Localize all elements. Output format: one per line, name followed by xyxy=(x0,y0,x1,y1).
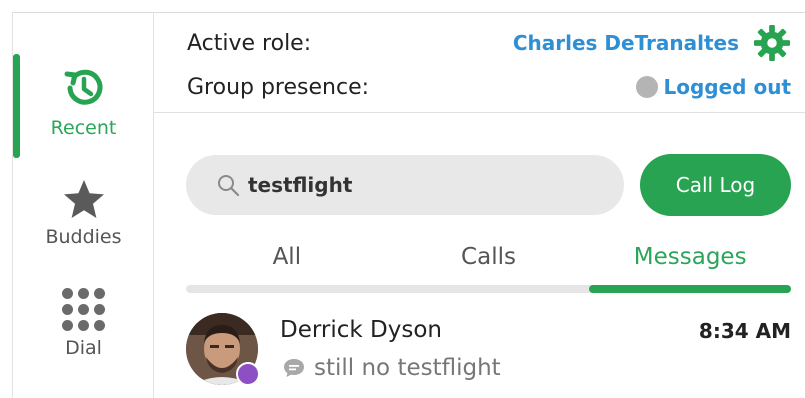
group-presence-row: Group presence: Logged out xyxy=(187,71,791,103)
group-presence-value[interactable]: Logged out xyxy=(664,75,792,99)
chat-bubble-icon xyxy=(284,359,304,377)
filter-tabs: All Calls Messages xyxy=(186,244,791,280)
active-role-row: Active role: Charles DeTranaltes xyxy=(187,24,791,62)
message-preview: still no testflight xyxy=(282,355,501,381)
sidebar-item-label: Recent xyxy=(50,117,117,139)
tab-track xyxy=(186,285,791,293)
sidebar-item-dial[interactable]: Dial xyxy=(13,288,154,359)
list-item[interactable]: Derrick Dyson 8:34 AM still no testfligh… xyxy=(186,305,791,398)
tab-messages[interactable]: Messages xyxy=(589,244,791,280)
call-log-button[interactable]: Call Log xyxy=(640,154,791,216)
sidebar: Recent Buddies Dial xyxy=(13,13,154,398)
contact-name: Derrick Dyson xyxy=(280,317,442,343)
active-role-label: Active role: xyxy=(187,30,312,56)
group-presence-label: Group presence: xyxy=(187,74,370,100)
search-input[interactable] xyxy=(248,173,608,197)
search-box[interactable] xyxy=(186,155,624,215)
tab-active-indicator xyxy=(589,285,791,293)
history-icon xyxy=(64,69,102,105)
tab-all[interactable]: All xyxy=(186,244,388,280)
messaging-badge-icon xyxy=(236,362,260,386)
dialpad-icon xyxy=(62,288,105,331)
sidebar-item-buddies[interactable]: Buddies xyxy=(13,178,154,248)
message-preview-text: still no testflight xyxy=(314,355,501,381)
message-time: 8:34 AM xyxy=(698,319,791,343)
presence-status-icon xyxy=(635,76,658,98)
sidebar-item-label: Buddies xyxy=(45,226,122,248)
gear-icon[interactable] xyxy=(753,24,791,62)
header: Active role: Charles DeTranaltes Group p… xyxy=(154,13,805,113)
sidebar-item-label: Dial xyxy=(65,337,102,359)
tab-calls[interactable]: Calls xyxy=(388,244,590,280)
sidebar-item-recent[interactable]: Recent xyxy=(13,65,154,139)
active-role-value[interactable]: Charles DeTranaltes xyxy=(513,31,739,55)
search-icon xyxy=(218,175,240,197)
star-icon xyxy=(63,180,104,218)
